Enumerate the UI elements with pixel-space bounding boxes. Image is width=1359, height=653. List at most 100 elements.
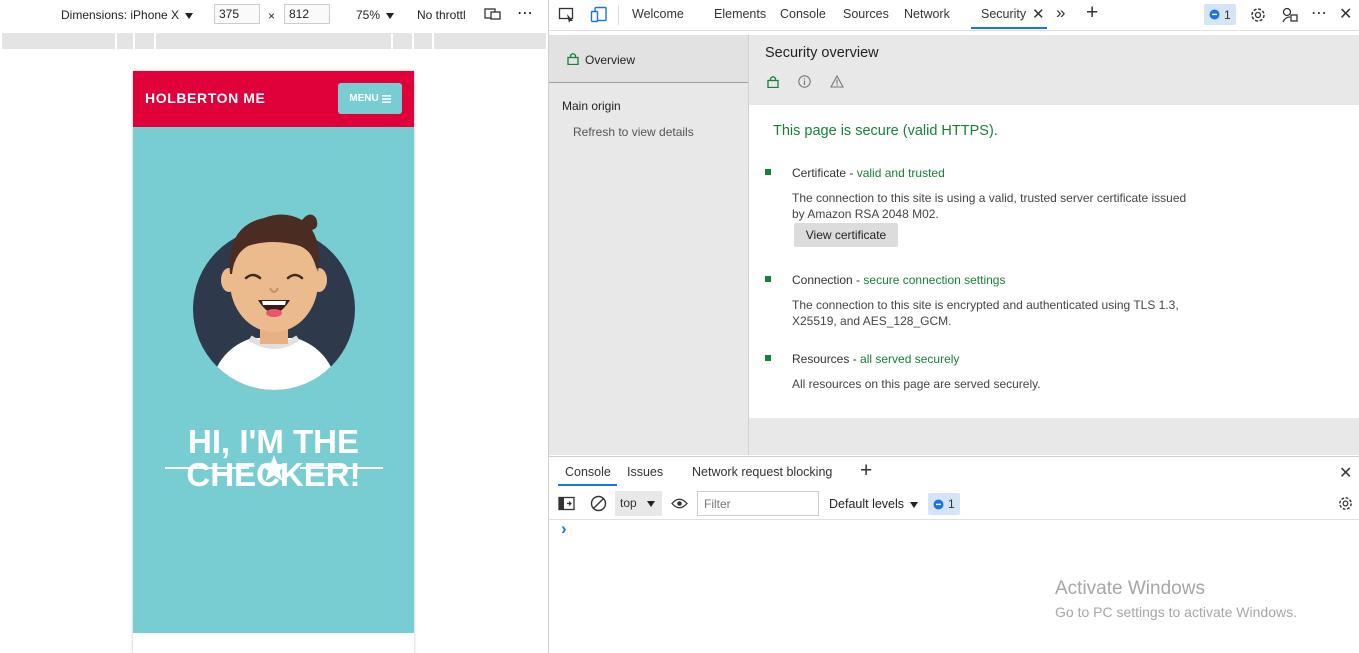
log-levels-dropdown[interactable]: Default levels bbox=[829, 497, 919, 511]
add-tab-icon[interactable]: + bbox=[1086, 1, 1098, 25]
security-footer bbox=[749, 418, 1359, 455]
sidebar-item-main-origin[interactable]: Main origin bbox=[562, 99, 621, 113]
watermark-title: Activate Windows bbox=[1055, 578, 1205, 599]
site-header: HOLBERTON ME MENU bbox=[133, 71, 414, 127]
active-tab-indicator bbox=[971, 27, 1047, 29]
resources-description: All resources on this page are served se… bbox=[792, 376, 1192, 392]
status-text: valid and trusted bbox=[856, 166, 945, 180]
tab-elements[interactable]: Elements bbox=[714, 7, 766, 21]
throttle-dropdown[interactable]: No throttl bbox=[417, 8, 466, 22]
tab-security[interactable]: Security bbox=[981, 7, 1026, 21]
active-drawer-tab-indicator bbox=[558, 484, 617, 486]
desc-line: All resources on this page are served se… bbox=[792, 377, 1041, 391]
filter-input[interactable] bbox=[697, 491, 819, 516]
times-sign: × bbox=[268, 9, 276, 23]
chevron-down-icon bbox=[386, 12, 395, 19]
desc-line: X25519, and AES_128_GCM. bbox=[792, 314, 952, 328]
tab-network[interactable]: Network bbox=[904, 7, 950, 21]
device-height-input[interactable] bbox=[284, 4, 330, 24]
dimensions-label: Dimensions: iPhone X bbox=[61, 8, 180, 22]
console-issues-badge[interactable]: 1 bbox=[928, 493, 960, 515]
tab-sources[interactable]: Sources bbox=[843, 7, 889, 21]
sidebar-toggle-icon[interactable] bbox=[558, 496, 575, 511]
status-text: all served securely bbox=[860, 352, 960, 366]
drawer-tab-console[interactable]: Console bbox=[565, 465, 611, 479]
toolbar-separator bbox=[618, 5, 619, 25]
windows-activation-watermark: Activate Windows Go to PC settings to ac… bbox=[1055, 578, 1297, 620]
hero-title-line: HI, I'M THE bbox=[187, 423, 359, 460]
device-toggle-icon[interactable] bbox=[590, 6, 608, 24]
more-options-icon[interactable]: ⋯ bbox=[517, 3, 534, 23]
dimensions-dropdown[interactable]: Dimensions: iPhone X bbox=[61, 8, 194, 22]
chevron-down-icon bbox=[910, 501, 919, 508]
drawer-tabbar bbox=[549, 456, 1359, 490]
drawer-tab-issues[interactable]: Issues bbox=[627, 465, 663, 479]
lock-icon bbox=[567, 53, 579, 65]
connection-description: The connection to this site is encrypted… bbox=[792, 297, 1192, 329]
customize-icon[interactable] bbox=[1281, 6, 1299, 24]
page-title: Security overview bbox=[765, 45, 879, 61]
media-bar-divider bbox=[133, 33, 135, 49]
media-bar-divider bbox=[115, 33, 117, 49]
close-drawer-icon[interactable]: ✕ bbox=[1339, 463, 1352, 483]
context-label: top bbox=[620, 496, 637, 510]
zoom-label: 75% bbox=[356, 8, 381, 22]
console-settings-gear-icon[interactable] bbox=[1337, 495, 1354, 512]
view-certificate-button[interactable]: View certificate bbox=[794, 223, 898, 247]
item-title: Certificate bbox=[792, 166, 847, 180]
star-icon bbox=[260, 455, 288, 481]
settings-gear-icon[interactable] bbox=[1249, 6, 1267, 24]
item-title: Resources bbox=[792, 352, 850, 366]
menu-button[interactable]: MENU bbox=[338, 83, 402, 114]
status-bullet bbox=[765, 276, 771, 282]
rotate-icon[interactable] bbox=[484, 6, 502, 25]
tab-console[interactable]: Console bbox=[780, 7, 826, 21]
desc-line: by Amazon RSA 2048 M02. bbox=[792, 207, 939, 221]
divider-line-right bbox=[300, 467, 383, 469]
site-title[interactable]: HOLBERTON ME bbox=[145, 90, 266, 106]
sidebar-item-refresh[interactable]: Refresh to view details bbox=[573, 125, 694, 139]
avatar-illustration bbox=[193, 214, 355, 390]
close-devtools-icon[interactable]: ✕ bbox=[1339, 4, 1352, 24]
security-summary: This page is secure (valid HTTPS). Certi… bbox=[749, 105, 1359, 418]
status-bullet bbox=[765, 355, 771, 361]
zoom-dropdown[interactable]: 75% bbox=[356, 8, 395, 22]
drawer-tab-network-request-blocking[interactable]: Network request blocking bbox=[692, 465, 832, 479]
secure-summary: This page is secure (valid HTTPS). bbox=[773, 123, 998, 139]
chevron-down-icon bbox=[185, 12, 194, 19]
device-width-input[interactable] bbox=[214, 4, 260, 24]
certificate-title: Certificate - valid and trusted bbox=[792, 166, 945, 180]
more-icon[interactable]: ⋯ bbox=[1311, 3, 1328, 23]
desc-line: The connection to this site is using a v… bbox=[792, 191, 1187, 205]
desc-line: The connection to this site is encrypted… bbox=[792, 298, 1179, 312]
menu-label: MENU bbox=[349, 93, 379, 104]
media-query-bar[interactable] bbox=[2, 33, 546, 49]
watermark-subtitle: Go to PC settings to activate Windows. bbox=[1055, 604, 1297, 620]
status-text: secure connection settings bbox=[863, 273, 1006, 287]
add-drawer-tab-icon[interactable]: + bbox=[860, 459, 872, 483]
info-icon bbox=[798, 75, 811, 88]
close-tab-icon[interactable]: ✕ bbox=[1032, 5, 1045, 23]
eye-icon[interactable] bbox=[671, 497, 688, 510]
more-tabs-icon[interactable]: » bbox=[1056, 3, 1065, 23]
overview-label: Overview bbox=[585, 53, 636, 67]
emulated-page: HOLBERTON ME MENU HI, I'M THE bbox=[133, 71, 414, 653]
divider-line-left bbox=[165, 467, 249, 469]
issues-badge[interactable]: 1 bbox=[1204, 4, 1236, 25]
hamburger-icon bbox=[381, 94, 391, 103]
context-selector[interactable]: top bbox=[615, 491, 662, 516]
hero-section: HI, I'M THE CHECKER! bbox=[133, 127, 414, 633]
media-bar-divider bbox=[391, 33, 393, 49]
warning-icon bbox=[830, 75, 844, 88]
certificate-description: The connection to this site is using a v… bbox=[792, 190, 1192, 222]
connection-title: Connection - secure connection settings bbox=[792, 273, 1005, 287]
clear-console-icon[interactable] bbox=[590, 495, 607, 512]
lock-icon bbox=[767, 76, 779, 88]
inspect-element-icon[interactable] bbox=[558, 6, 576, 24]
dash: - bbox=[849, 352, 861, 366]
console-prompt[interactable]: › bbox=[561, 519, 567, 539]
tab-welcome[interactable]: Welcome bbox=[632, 7, 684, 21]
sidebar-item-overview[interactable]: Overview bbox=[549, 35, 748, 83]
media-bar-divider bbox=[154, 33, 156, 49]
media-bar-divider bbox=[432, 33, 434, 49]
